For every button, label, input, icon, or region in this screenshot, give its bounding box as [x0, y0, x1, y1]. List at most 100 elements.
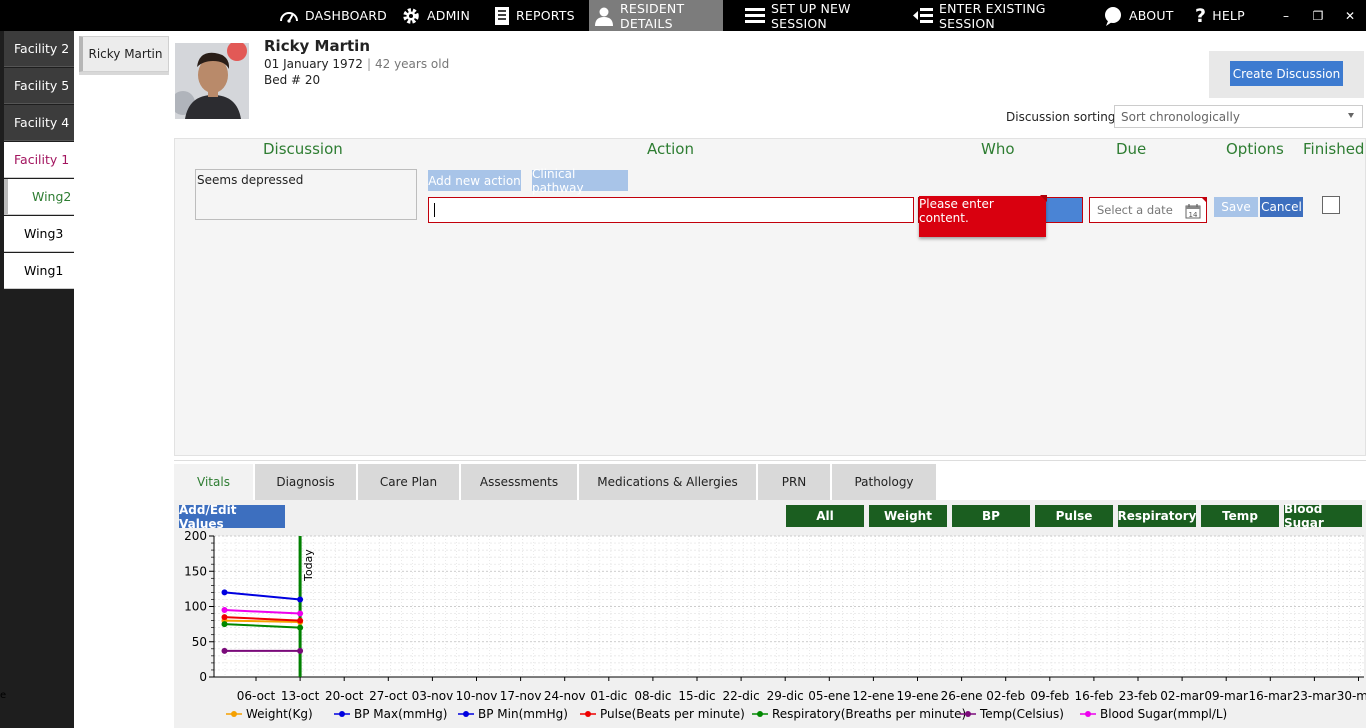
tab-medications-allergies[interactable]: Medications & Allergies — [579, 464, 758, 500]
discussion-sorting-select[interactable]: Sort chronologically — [1114, 105, 1363, 128]
save-button[interactable]: Save — [1214, 197, 1258, 217]
nav-resident-details[interactable]: RESIDENT DETAILS — [589, 0, 723, 31]
sidebar-item-facility-5[interactable]: Facility 5 — [4, 68, 74, 104]
nav-help-label: HELP — [1212, 8, 1245, 23]
create-discussion-button[interactable]: Create Discussion — [1230, 61, 1343, 86]
add-edit-values-button[interactable]: Add/Edit Values — [179, 503, 285, 531]
list-icon — [745, 7, 765, 25]
create-discussion-area: Create Discussion — [1209, 51, 1364, 98]
x-tick-label: 06-oct — [237, 689, 276, 703]
tab-prn[interactable]: PRN — [758, 464, 832, 500]
x-tick-label: 17-nov — [500, 689, 542, 703]
tab-vitals[interactable]: Vitals — [174, 464, 255, 500]
due-date-input[interactable]: Select a date 14 — [1089, 197, 1207, 223]
calendar-day: 14 — [1189, 211, 1198, 219]
nav-dashboard[interactable]: DASHBOARD — [279, 0, 387, 31]
add-new-action-button[interactable]: Add new action — [428, 170, 521, 191]
sidebar-item-label: Wing3 — [24, 226, 64, 241]
nav-resident-details-label: RESIDENT DETAILS — [620, 0, 685, 31]
header-options: Options — [1226, 140, 1284, 158]
resident-bed: Bed # 20 — [264, 73, 321, 87]
divider — [174, 460, 1366, 461]
resident-dob: 01 January 1972 | 42 years old — [264, 57, 449, 71]
nav-enter-session[interactable]: ENTER EXISTING SESSION — [913, 0, 1081, 31]
nav-admin[interactable]: ADMIN — [401, 0, 471, 31]
header-discussion: Discussion — [263, 140, 343, 158]
resident-birthdate: 01 January 1972 — [264, 57, 363, 71]
x-tick-label: 23-feb — [1119, 689, 1158, 703]
x-tick-label: 27-oct — [369, 689, 408, 703]
tab-diagnosis[interactable]: Diagnosis — [255, 464, 358, 500]
header-action: Action — [647, 140, 694, 158]
data-point — [221, 621, 228, 628]
y-tick-label: 200 — [184, 529, 207, 543]
filter-respiratory-button[interactable]: Respiratory — [1118, 505, 1196, 527]
x-tick-label: 02-feb — [986, 689, 1025, 703]
discussion-text[interactable]: Seems depressed — [195, 169, 417, 220]
data-point — [297, 596, 304, 603]
calendar-icon[interactable]: 14 — [1185, 203, 1201, 219]
sorting-value: Sort chronologically — [1121, 109, 1240, 124]
nav-setup-session[interactable]: SET UP NEW SESSION — [745, 0, 891, 31]
x-tick-label: 22-dic — [723, 689, 760, 703]
legend-label: BP Max(mmHg) — [354, 707, 447, 721]
legend-label: Weight(Kg) — [246, 707, 313, 721]
filter-bp-button[interactable]: BP — [952, 505, 1030, 527]
y-tick-label: 150 — [184, 564, 207, 578]
x-tick-label: 05-ene — [808, 689, 850, 703]
tab-assessments[interactable]: Assessments — [461, 464, 579, 500]
gear-icon — [401, 6, 421, 26]
data-point — [297, 617, 304, 624]
legend-marker — [757, 711, 763, 717]
x-tick-label: 09-feb — [1030, 689, 1069, 703]
sidebar-item-wing2[interactable]: Wing2 — [4, 179, 74, 215]
action-input[interactable] — [428, 197, 914, 223]
due-date-placeholder: Select a date — [1097, 203, 1173, 217]
filter-pulse-button[interactable]: Pulse — [1035, 505, 1113, 527]
restore-button[interactable]: ❐ — [1303, 0, 1333, 31]
filter-all-button[interactable]: All — [786, 505, 864, 527]
close-button[interactable]: ✕ — [1335, 0, 1365, 31]
x-tick-label: 16-mar — [1249, 689, 1293, 703]
dob-separator: | — [366, 57, 371, 71]
chat-bubble-icon — [1103, 6, 1123, 26]
nav-reports[interactable]: REPORTS — [494, 0, 575, 31]
clinical-pathway-button[interactable]: Clinical pathway — [532, 167, 628, 195]
sidebar-item-wing3[interactable]: Wing3 — [4, 216, 74, 252]
x-tick-label: 03-nov — [412, 689, 454, 703]
finished-checkbox[interactable] — [1322, 196, 1340, 214]
legend-label: Respiratory(Breaths per minute) — [772, 707, 966, 721]
validation-message: Please enter content. — [919, 196, 994, 225]
sidebar-item-facility-4[interactable]: Facility 4 — [4, 105, 74, 141]
facility-sidebar: Facility 2 Facility 5 Facility 4 Facilit… — [0, 31, 74, 728]
nav-about[interactable]: ABOUT — [1103, 0, 1173, 31]
data-point — [297, 610, 304, 617]
x-tick-label: 24-nov — [544, 689, 586, 703]
minimize-button[interactable]: – — [1271, 0, 1301, 31]
nav-help[interactable]: ? HELP — [1195, 0, 1250, 31]
sidebar-item-wing1[interactable]: Wing1 — [4, 253, 74, 289]
sidebar-item-label: Facility 2 — [14, 41, 70, 56]
sidebar-item-label: Wing1 — [24, 263, 64, 278]
x-tick-label: 16-feb — [1074, 689, 1113, 703]
enter-list-icon — [913, 7, 933, 25]
cancel-button[interactable]: Cancel — [1260, 197, 1303, 217]
nav-setup-session-label: SET UP NEW SESSION — [771, 0, 851, 31]
tab-care-plan[interactable]: Care Plan — [358, 464, 461, 500]
header-who: Who — [981, 140, 1015, 158]
filter-temp-button[interactable]: Temp — [1201, 505, 1279, 527]
data-point — [221, 614, 228, 621]
sidebar-item-facility-2[interactable]: Facility 2 — [4, 31, 74, 67]
y-tick-label: 50 — [192, 635, 207, 649]
tab-pathology[interactable]: Pathology — [832, 464, 938, 500]
resident-tab[interactable]: Ricky Martin — [79, 36, 169, 72]
x-tick-label: 26-ene — [941, 689, 983, 703]
filter-blood-sugar-button[interactable]: Blood Sugar — [1284, 502, 1362, 530]
filter-weight-button[interactable]: Weight — [869, 505, 947, 527]
close-icon: ✕ — [1344, 8, 1356, 23]
x-tick-label: 09-mar — [1204, 689, 1248, 703]
sidebar-item-facility-1[interactable]: Facility 1 — [4, 142, 74, 178]
legend-marker — [585, 711, 591, 717]
error-corner-icon — [1201, 197, 1207, 203]
data-point — [221, 647, 228, 654]
